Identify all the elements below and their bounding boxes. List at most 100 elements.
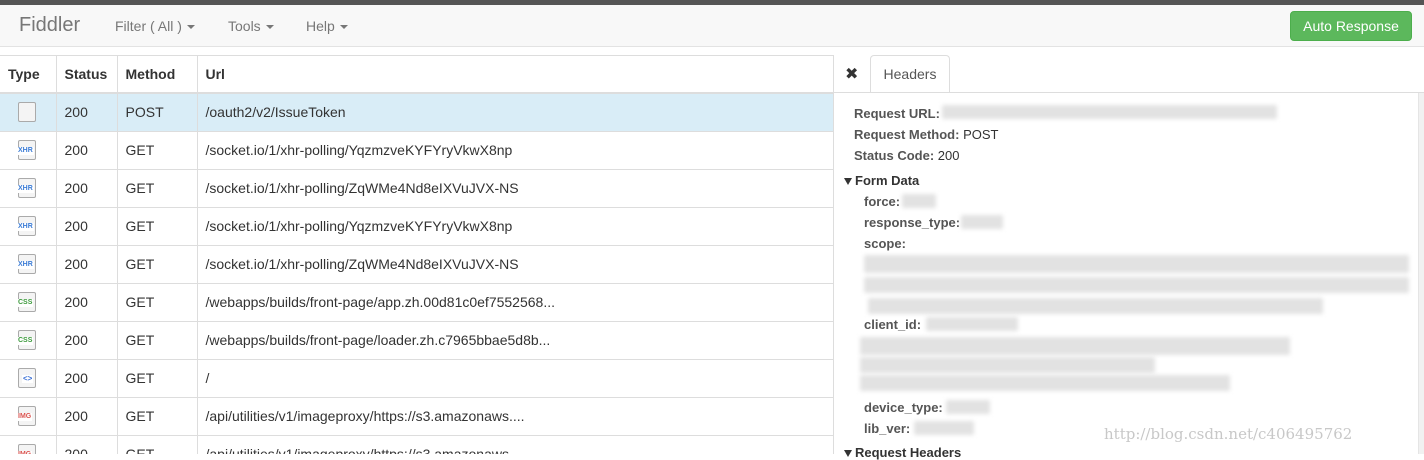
session-list: Type Status Method Url 200 POST/oauth2/v2… (0, 55, 834, 454)
table-row[interactable]: <> 200 GET / (0, 358, 833, 397)
redacted-device-type (946, 400, 990, 414)
status-code-row: Status Code: 200 (854, 148, 960, 163)
brand-title: Fiddler (19, 14, 81, 36)
table-row[interactable]: XHR 200 GET/socket.io/1/xhr-polling/ZqWMe4… (0, 244, 833, 283)
filter-menu[interactable]: Filter ( All ) (115, 18, 195, 34)
url-cell: /socket.io/1/xhr-polling/ZqWMe4Nd8eIXVuJ… (197, 244, 833, 283)
detail-scrollbar[interactable] (1418, 93, 1424, 454)
detail-panel: ✖ Headers Request URL: Request Method: P… (834, 55, 1424, 460)
status-cell: 200 (56, 244, 118, 283)
table-row[interactable]: XHR 200 GET/socket.io/1/xhr-polling/Yqzmzv… (0, 206, 833, 245)
url-cell: /webapps/builds/front-page/app.zh.00d81c… (197, 282, 833, 321)
tab-divider (834, 92, 1424, 93)
url-cell: /api/utilities/v1/imageproxy/https://s3.… (197, 434, 833, 454)
table-row[interactable]: XHR 200 GET/socket.io/1/xhr-polling/ZqWMe4… (0, 168, 833, 207)
status-cell: 200 (56, 130, 118, 169)
method-cell: GET (117, 244, 198, 283)
redacted-response-type (961, 215, 1003, 229)
blank-file-icon (18, 102, 36, 123)
status-cell: 200 (56, 396, 118, 435)
xhr-file-icon: XHR (17, 254, 36, 274)
device-type-row: device_type: (864, 400, 943, 415)
url-cell: /webapps/builds/front-page/loader.zh.c79… (197, 320, 833, 359)
method-cell: GET (117, 168, 198, 207)
type-cell: XHR (0, 130, 57, 169)
redacted-client-id-line-1 (860, 337, 1290, 355)
table-row[interactable]: XHR 200 GET/socket.io/1/xhr-polling/Yqzmzv… (0, 130, 833, 169)
img-file-icon: IMG (17, 444, 36, 454)
url-cell: /socket.io/1/xhr-polling/YqzmzveKYFYryVk… (197, 206, 833, 245)
response-type-row: response_type: (864, 215, 961, 230)
status-cell: 200 (56, 282, 118, 321)
css-file-icon: CSS (17, 292, 36, 312)
method-cell: GET (117, 282, 198, 321)
redacted-client-id-line-2 (860, 357, 1155, 373)
redacted-force (902, 194, 936, 208)
redacted-lib-ver (914, 421, 974, 435)
redacted-scope-line-1 (864, 255, 1409, 273)
type-cell: <> (0, 358, 57, 397)
method-cell: GET (117, 358, 198, 397)
xhr-file-icon: XHR (17, 216, 36, 236)
method-cell: POST (117, 92, 198, 131)
type-cell: CSS (0, 320, 57, 359)
status-cell: 200 (56, 434, 118, 454)
css-file-icon: CSS (17, 330, 36, 350)
table-row[interactable]: IMG 200GET/api/utilities/v1/imageproxy/ht… (0, 396, 833, 435)
chevron-down-icon (265, 25, 274, 30)
method-cell: GET (117, 206, 198, 245)
redacted-client-id-start (926, 317, 1018, 331)
table-row[interactable]: CSS 200 GET/webapps/builds/front-page/app.… (0, 282, 833, 321)
type-cell (0, 92, 57, 131)
table-row[interactable]: 200 POST/oauth2/v2/IssueToken (0, 92, 833, 131)
xhr-file-icon: XHR (17, 178, 36, 198)
triangle-down-icon (844, 178, 852, 185)
type-cell: XHR (0, 244, 57, 283)
form-data-section[interactable]: Form Data (844, 173, 919, 188)
chevron-down-icon (339, 25, 348, 30)
request-method-row: Request Method: POST (854, 127, 999, 142)
xhr-file-icon: XHR (17, 140, 36, 160)
status-cell: 200 (56, 358, 118, 397)
auto-response-button[interactable]: Auto Response (1290, 11, 1412, 41)
table-row[interactable]: IMG 200GET/api/utilities/v1/imageproxy/ht… (0, 434, 833, 454)
status-cell: 200 (56, 206, 118, 245)
status-cell: 200 (56, 320, 118, 359)
url-cell: /oauth2/v2/IssueToken (197, 92, 833, 131)
redacted-client-id-line-3 (860, 375, 1230, 391)
redacted-scope-line-2 (864, 277, 1409, 293)
url-cell: /socket.io/1/xhr-polling/ZqWMe4Nd8eIXVuJ… (197, 168, 833, 207)
column-header-url[interactable]: Url (197, 56, 833, 94)
close-icon[interactable]: ✖ (845, 64, 858, 84)
method-cell: GET (117, 320, 198, 359)
img-file-icon: IMG (17, 406, 36, 426)
method-cell: GET (117, 396, 198, 435)
table-row[interactable]: CSS 200 GET/webapps/builds/front-page/load… (0, 320, 833, 359)
method-cell: GET (117, 130, 198, 169)
redacted-request-url (942, 105, 1277, 119)
type-cell: IMG (0, 434, 57, 454)
status-cell: 200 (56, 92, 118, 131)
watermark: http://blog.csdn.net/c406495762 (1104, 425, 1353, 443)
help-menu[interactable]: Help (306, 18, 348, 34)
lib-ver-row: lib_ver: (864, 421, 911, 436)
tools-menu[interactable]: Tools (228, 18, 274, 34)
navbar: Fiddler Filter ( All ) Tools Help Auto R… (0, 5, 1424, 47)
session-table: Type Status Method Url 200 POST/oauth2/v2… (0, 56, 833, 454)
column-header-method[interactable]: Method (117, 56, 198, 94)
url-cell: / (197, 358, 833, 397)
client-id-row: client_id: (864, 317, 922, 332)
tab-headers[interactable]: Headers (870, 55, 950, 93)
type-cell: XHR (0, 168, 57, 207)
column-header-status[interactable]: Status (56, 56, 118, 94)
request-headers-section[interactable]: Request Headers (844, 445, 961, 460)
type-cell: XHR (0, 206, 57, 245)
type-cell: CSS (0, 282, 57, 321)
method-cell: GET (117, 434, 198, 454)
column-header-type[interactable]: Type (0, 56, 57, 94)
status-cell: 200 (56, 168, 118, 207)
type-cell: IMG (0, 396, 57, 435)
redacted-scope-line-3 (868, 298, 1323, 314)
force-row: force: (864, 194, 901, 209)
url-cell: /socket.io/1/xhr-polling/YqzmzveKYFYryVk… (197, 130, 833, 169)
